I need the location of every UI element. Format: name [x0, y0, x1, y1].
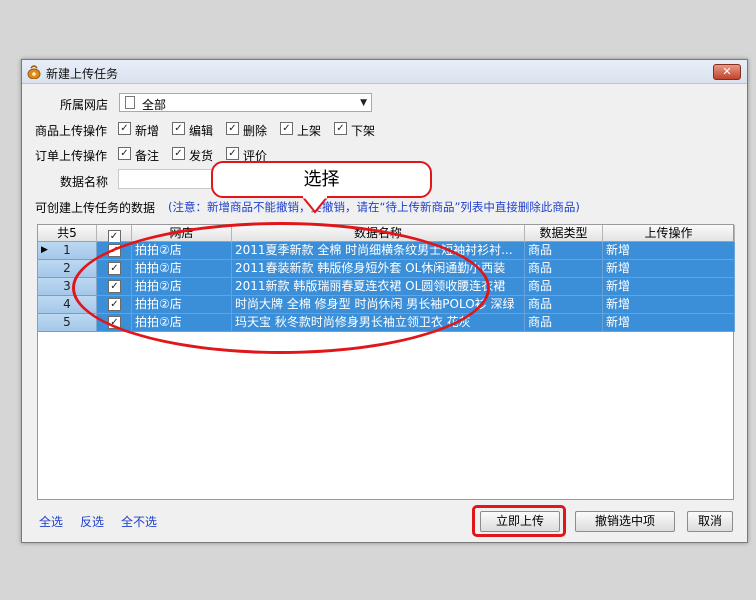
goods-op-label: 商品上传操作	[35, 124, 108, 138]
row-upload-op: 新增	[603, 278, 735, 296]
header-data-type[interactable]: 数据类型	[525, 225, 603, 242]
row-upload-op: 新增	[603, 314, 735, 332]
header-select-all-checkbox[interactable]: ✓	[97, 225, 132, 243]
goods-op-delete-label: 删除	[243, 124, 268, 138]
cancel-button[interactable]: 取消	[687, 511, 733, 532]
goods-op-add-label: 新增	[135, 124, 160, 138]
row-data-type: 商品	[525, 260, 603, 278]
title-bar: 新建上传任务 ✕	[22, 60, 747, 84]
row-number: ▶ 1	[38, 242, 97, 260]
list-label: 可创建上传任务的数据	[35, 201, 156, 215]
selection-highlight-ellipse	[72, 222, 490, 354]
goods-op-delist-label: 下架	[351, 124, 376, 138]
select-none-link[interactable]: 全不选	[121, 513, 157, 530]
goods-op-edit-checkbox[interactable]: ✓	[172, 122, 185, 135]
window-title: 新建上传任务	[46, 67, 119, 81]
select-all-link[interactable]: 全选	[39, 513, 63, 530]
goods-op-delete-checkbox[interactable]: ✓	[226, 122, 239, 135]
goods-op-delist-checkbox[interactable]: ✓	[334, 122, 347, 135]
order-op-label: 订单上传操作	[35, 149, 108, 163]
close-button[interactable]: ✕	[713, 64, 741, 80]
row-data-type: 商品	[525, 314, 603, 332]
undo-selected-button[interactable]: 撤销选中项	[575, 511, 675, 532]
order-op-rate-checkbox[interactable]: ✓	[226, 147, 239, 160]
current-row-arrow-icon: ▶	[41, 245, 48, 255]
order-op-remark-label: 备注	[135, 149, 160, 163]
data-name-label: 数据名称	[60, 175, 109, 189]
goods-op-list-checkbox[interactable]: ✓	[280, 122, 293, 135]
row-number: 5	[38, 314, 97, 332]
row-data-type: 商品	[525, 242, 603, 260]
order-op-ship-label: 发货	[189, 149, 214, 163]
row-data-type: 商品	[525, 296, 603, 314]
goods-op-list-label: 上架	[297, 124, 322, 138]
shop-select-value: 全部	[142, 98, 167, 112]
row-data-type: 商品	[525, 278, 603, 296]
invert-selection-link[interactable]: 反选	[80, 513, 104, 530]
note-text: (注意：新增商品不能撤销，要撤销，请在“待上传新商品”列表中直接删除此商品)	[168, 200, 580, 214]
shop-label: 所属网店	[60, 98, 109, 112]
row-upload-op: 新增	[603, 260, 735, 278]
goods-op-edit-label: 编辑	[189, 124, 214, 138]
app-bag-icon	[27, 65, 41, 79]
order-op-remark-checkbox[interactable]: ✓	[118, 147, 131, 160]
header-upload-op[interactable]: 上传操作	[603, 225, 735, 242]
select-callout: 选择	[211, 161, 432, 198]
order-op-ship-checkbox[interactable]: ✓	[172, 147, 185, 160]
chevron-down-icon: ▼	[360, 98, 367, 108]
header-count: 共5	[38, 225, 97, 242]
row-upload-op: 新增	[603, 296, 735, 314]
document-icon	[125, 96, 135, 109]
shop-select[interactable]: 全部 ▼	[119, 93, 372, 112]
goods-op-add-checkbox[interactable]: ✓	[118, 122, 131, 135]
data-name-input[interactable]	[118, 169, 218, 189]
callout-pointer	[300, 196, 330, 214]
upload-button-highlight	[472, 505, 566, 537]
row-upload-op: 新增	[603, 242, 735, 260]
